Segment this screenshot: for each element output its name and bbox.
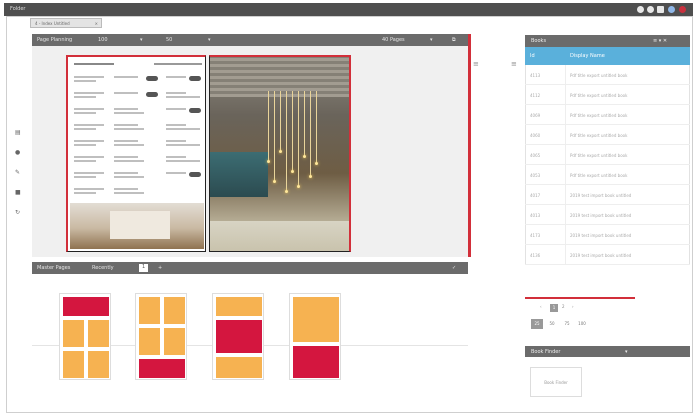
pages-count: 40 Pages: [382, 37, 405, 43]
table-row[interactable]: 4069 Pdf title export untitled book: [525, 105, 690, 125]
columns-field[interactable]: 50: [166, 37, 172, 43]
header-line: [74, 63, 202, 73]
page-planning-label: Page Planning: [37, 37, 73, 43]
close-icon[interactable]: [679, 6, 686, 13]
save-icon[interactable]: ■: [15, 190, 21, 196]
product-row: [74, 123, 202, 133]
next-page-button[interactable]: ›: [572, 304, 574, 309]
table-row[interactable]: 4053 Pdf title export untitled book: [525, 165, 690, 185]
collapse-right-icon[interactable]: ≡: [511, 60, 519, 68]
tab-close-icon[interactable]: ×: [95, 21, 98, 26]
product-row: [74, 139, 202, 149]
master-layout-2[interactable]: [135, 293, 187, 380]
grid-icon[interactable]: [657, 6, 664, 13]
table-row[interactable]: 4017 2019 test import book untitled: [525, 185, 690, 205]
prev-page-button[interactable]: ‹: [540, 304, 542, 309]
page-size-25[interactable]: 25: [531, 319, 543, 329]
document-tab[interactable]: 4 - Index Untitled ×: [30, 18, 102, 28]
table-row[interactable]: 4060 Pdf title export untitled book: [525, 125, 690, 145]
book-finder-header: Book Finder ▾: [525, 346, 690, 357]
expand-icon[interactable]: ⧉: [452, 37, 456, 43]
master-page-number[interactable]: 1: [139, 264, 149, 272]
product-row: [74, 75, 202, 85]
chevron-down-icon[interactable]: ▾: [140, 37, 143, 43]
tab-label: 4 - Index Untitled: [35, 21, 70, 26]
master-pages-bar: Master Pages Recently 1 + ✓: [32, 262, 468, 274]
page-size-50[interactable]: 50: [546, 319, 558, 329]
page-planning-bar: Page Planning 100 ▾ 50 ▾ 40 Pages ▾ ⧉: [32, 34, 468, 46]
page-right[interactable]: [209, 55, 351, 252]
col-id[interactable]: Id: [530, 53, 535, 59]
books-column-header: Id Display Name: [525, 47, 690, 65]
product-row: [74, 155, 202, 165]
interior-photo: [70, 203, 204, 249]
table-row[interactable]: 4065 Pdf title export untitled book: [525, 145, 690, 165]
table-row[interactable]: 4112 Pdf title export untitled book: [525, 85, 690, 105]
title-bar: Folder: [4, 3, 693, 16]
product-row: [74, 91, 202, 101]
confirm-icon[interactable]: ✓: [452, 265, 456, 271]
zoom-field[interactable]: 100: [98, 37, 108, 43]
product-row: [74, 107, 202, 117]
add-master-button[interactable]: +: [158, 265, 162, 271]
books-title: Books: [531, 38, 547, 44]
refresh-icon[interactable]: [637, 6, 644, 13]
master-layout-4[interactable]: [289, 293, 341, 380]
col-display-name[interactable]: Display Name: [570, 53, 605, 59]
product-row: [74, 171, 202, 181]
app-window: Folder 4 - Index Untitled × ▤ ● ✎ ■ ↻ Pa…: [0, 0, 697, 417]
books-header-icons[interactable]: ≡ ▾ ✕: [653, 38, 667, 44]
current-page[interactable]: 1: [550, 304, 558, 312]
master-layout-1[interactable]: [59, 293, 111, 380]
scroll-indicator[interactable]: [468, 34, 471, 257]
wrench-icon[interactable]: ✎: [15, 170, 21, 176]
refresh-icon[interactable]: ↻: [15, 210, 21, 216]
table-row[interactable]: 4113 Pdf title export untitled book: [525, 65, 690, 85]
collapse-left-icon[interactable]: ≡: [473, 60, 481, 68]
window-title: Folder: [10, 6, 26, 12]
chevron-down-icon[interactable]: ▾: [625, 349, 628, 355]
table-row[interactable]: 4013 2019 test import book untitled: [525, 205, 690, 225]
books-scrollbar[interactable]: [525, 297, 635, 299]
product-row: [74, 187, 202, 197]
table-row[interactable]: 4136 2019 test import book untitled: [525, 245, 690, 265]
master-layout-3[interactable]: [212, 293, 264, 380]
book-finder-title: Book Finder: [531, 349, 561, 355]
user-icon[interactable]: [668, 6, 675, 13]
books-header: Books ≡ ▾ ✕: [525, 35, 690, 47]
chevron-down-icon[interactable]: ▾: [208, 37, 211, 43]
layers-icon[interactable]: ▤: [15, 130, 21, 136]
chevron-down-icon[interactable]: ▾: [430, 37, 433, 43]
master-mode-select[interactable]: Recently: [92, 265, 114, 271]
page-size-100[interactable]: 100: [576, 319, 588, 329]
chandelier-photo: [210, 57, 349, 251]
page-left[interactable]: [66, 55, 206, 252]
table-row[interactable]: 4173 2019 test import book untitled: [525, 225, 690, 245]
master-pages-label: Master Pages: [37, 265, 71, 271]
book-finder-box[interactable]: Book Finder: [530, 367, 582, 397]
next-page-number[interactable]: 2: [562, 304, 565, 309]
settings-icon[interactable]: ●: [15, 150, 21, 156]
info-icon[interactable]: [647, 6, 654, 13]
page-size-75[interactable]: 75: [561, 319, 573, 329]
